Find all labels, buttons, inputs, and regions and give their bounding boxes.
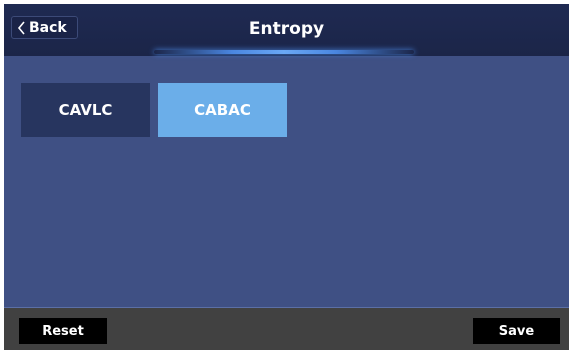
save-button[interactable]: Save <box>473 318 560 344</box>
option-cavlc[interactable]: CAVLC <box>21 83 150 137</box>
entropy-screen: Back Entropy CAVLC CABAC Reset Save <box>4 4 569 350</box>
reset-button[interactable]: Reset <box>19 318 107 344</box>
reset-button-label: Reset <box>42 323 84 339</box>
option-cabac[interactable]: CABAC <box>158 83 287 137</box>
header-bar: Back Entropy <box>4 4 569 56</box>
page-title: Entropy <box>248 19 325 39</box>
footer-bar: Reset Save <box>4 307 569 350</box>
option-label: CAVLC <box>58 101 113 119</box>
option-label: CABAC <box>194 101 251 119</box>
header-accent-glow <box>154 50 414 54</box>
save-button-label: Save <box>498 323 535 339</box>
